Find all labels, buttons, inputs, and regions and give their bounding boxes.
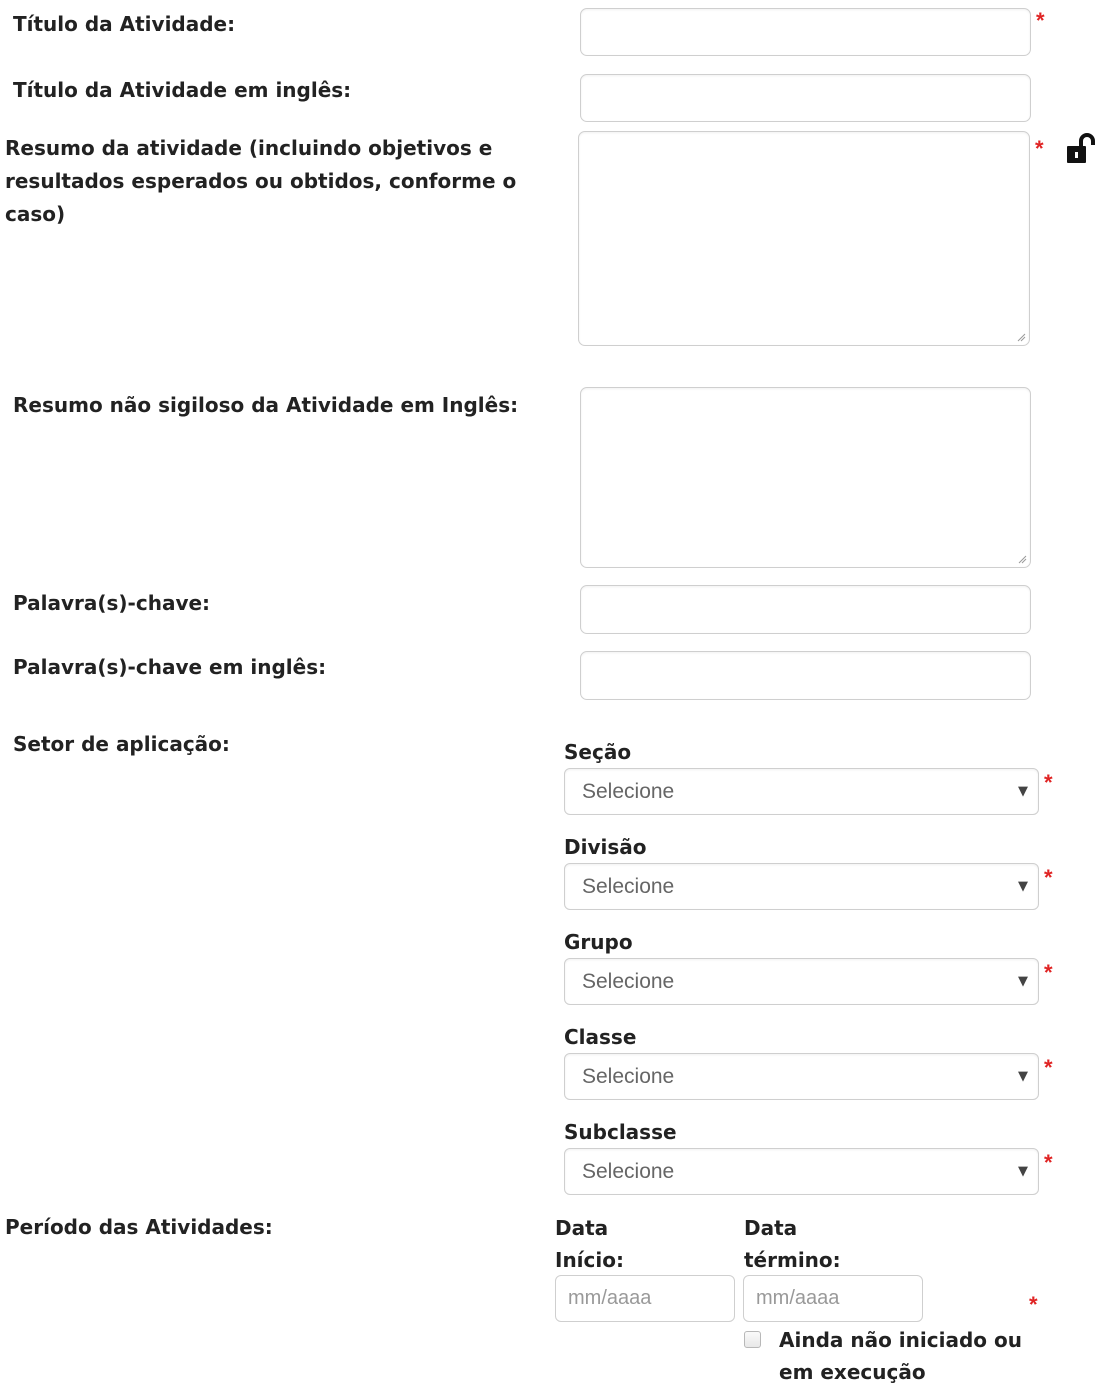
resumo-required-asterisk: *	[1035, 136, 1044, 161]
secao-required-asterisk: *	[1044, 770, 1053, 795]
classe-value: Selecione	[582, 1065, 675, 1088]
titulo-required-asterisk: *	[1036, 8, 1045, 33]
palavras-en-input[interactable]	[580, 651, 1031, 700]
unlocked-padlock-icon[interactable]	[1064, 133, 1098, 165]
grupo-select[interactable]: Selecione ▼	[564, 958, 1039, 1005]
periodo-label: Período das Atividades:	[5, 1215, 273, 1239]
subclasse-required-asterisk: *	[1044, 1150, 1053, 1175]
subclasse-select[interactable]: Selecione ▼	[564, 1148, 1039, 1195]
periodo-required-asterisk: *	[1029, 1292, 1038, 1317]
data-termino-label: Data término:	[744, 1216, 841, 1272]
data-termino-input[interactable]	[754, 1286, 908, 1311]
classe-required-asterisk: *	[1044, 1055, 1053, 1080]
dropdown-arrow-icon: ▼	[1018, 784, 1028, 799]
titulo-input[interactable]	[580, 8, 1031, 56]
dropdown-arrow-icon: ▼	[1018, 1164, 1028, 1179]
resize-grip-icon[interactable]	[1017, 554, 1027, 564]
classe-label: Classe	[564, 1025, 637, 1049]
grupo-label: Grupo	[564, 930, 633, 954]
dropdown-arrow-icon: ▼	[1018, 879, 1028, 894]
dropdown-arrow-icon: ▼	[1018, 1069, 1028, 1084]
divisao-value: Selecione	[582, 875, 675, 898]
data-termino-field[interactable]	[743, 1275, 923, 1322]
titulo-en-input[interactable]	[580, 74, 1031, 122]
resize-grip-icon[interactable]	[1016, 332, 1026, 342]
divisao-label: Divisão	[564, 835, 647, 859]
subclasse-value: Selecione	[582, 1160, 675, 1183]
subclasse-label: Subclasse	[564, 1120, 677, 1144]
setor-label: Setor de aplicação:	[13, 732, 230, 756]
classe-select[interactable]: Selecione ▼	[564, 1053, 1039, 1100]
divisao-required-asterisk: *	[1044, 865, 1053, 890]
data-inicio-label: Data Início:	[555, 1216, 624, 1272]
resumo-textarea[interactable]	[578, 131, 1030, 346]
palavras-en-label: Palavra(s)-chave em inglês:	[13, 655, 327, 679]
titulo-label: Título da Atividade:	[13, 12, 236, 36]
data-inicio-field[interactable]	[555, 1275, 735, 1322]
titulo-en-label: Título da Atividade em inglês:	[13, 78, 352, 102]
secao-select[interactable]: Selecione ▼	[564, 768, 1039, 815]
resumo-en-textarea[interactable]	[580, 387, 1031, 568]
resumo-label: Resumo da atividade (incluindo objetivos…	[5, 136, 517, 226]
palavras-input[interactable]	[580, 585, 1031, 634]
palavras-label: Palavra(s)-chave:	[13, 591, 211, 615]
secao-label: Seção	[564, 740, 632, 764]
grupo-value: Selecione	[582, 970, 675, 993]
resumo-en-label: Resumo não sigiloso da Atividade em Ingl…	[13, 393, 519, 417]
secao-value: Selecione	[582, 780, 675, 803]
data-inicio-input[interactable]	[566, 1286, 720, 1311]
ainda-nao-iniciado-checkbox[interactable]	[744, 1331, 761, 1348]
grupo-required-asterisk: *	[1044, 960, 1053, 985]
dropdown-arrow-icon: ▼	[1018, 974, 1028, 989]
divisao-select[interactable]: Selecione ▼	[564, 863, 1039, 910]
ainda-nao-iniciado-label[interactable]: Ainda não iniciado ou em execução	[779, 1324, 1029, 1388]
